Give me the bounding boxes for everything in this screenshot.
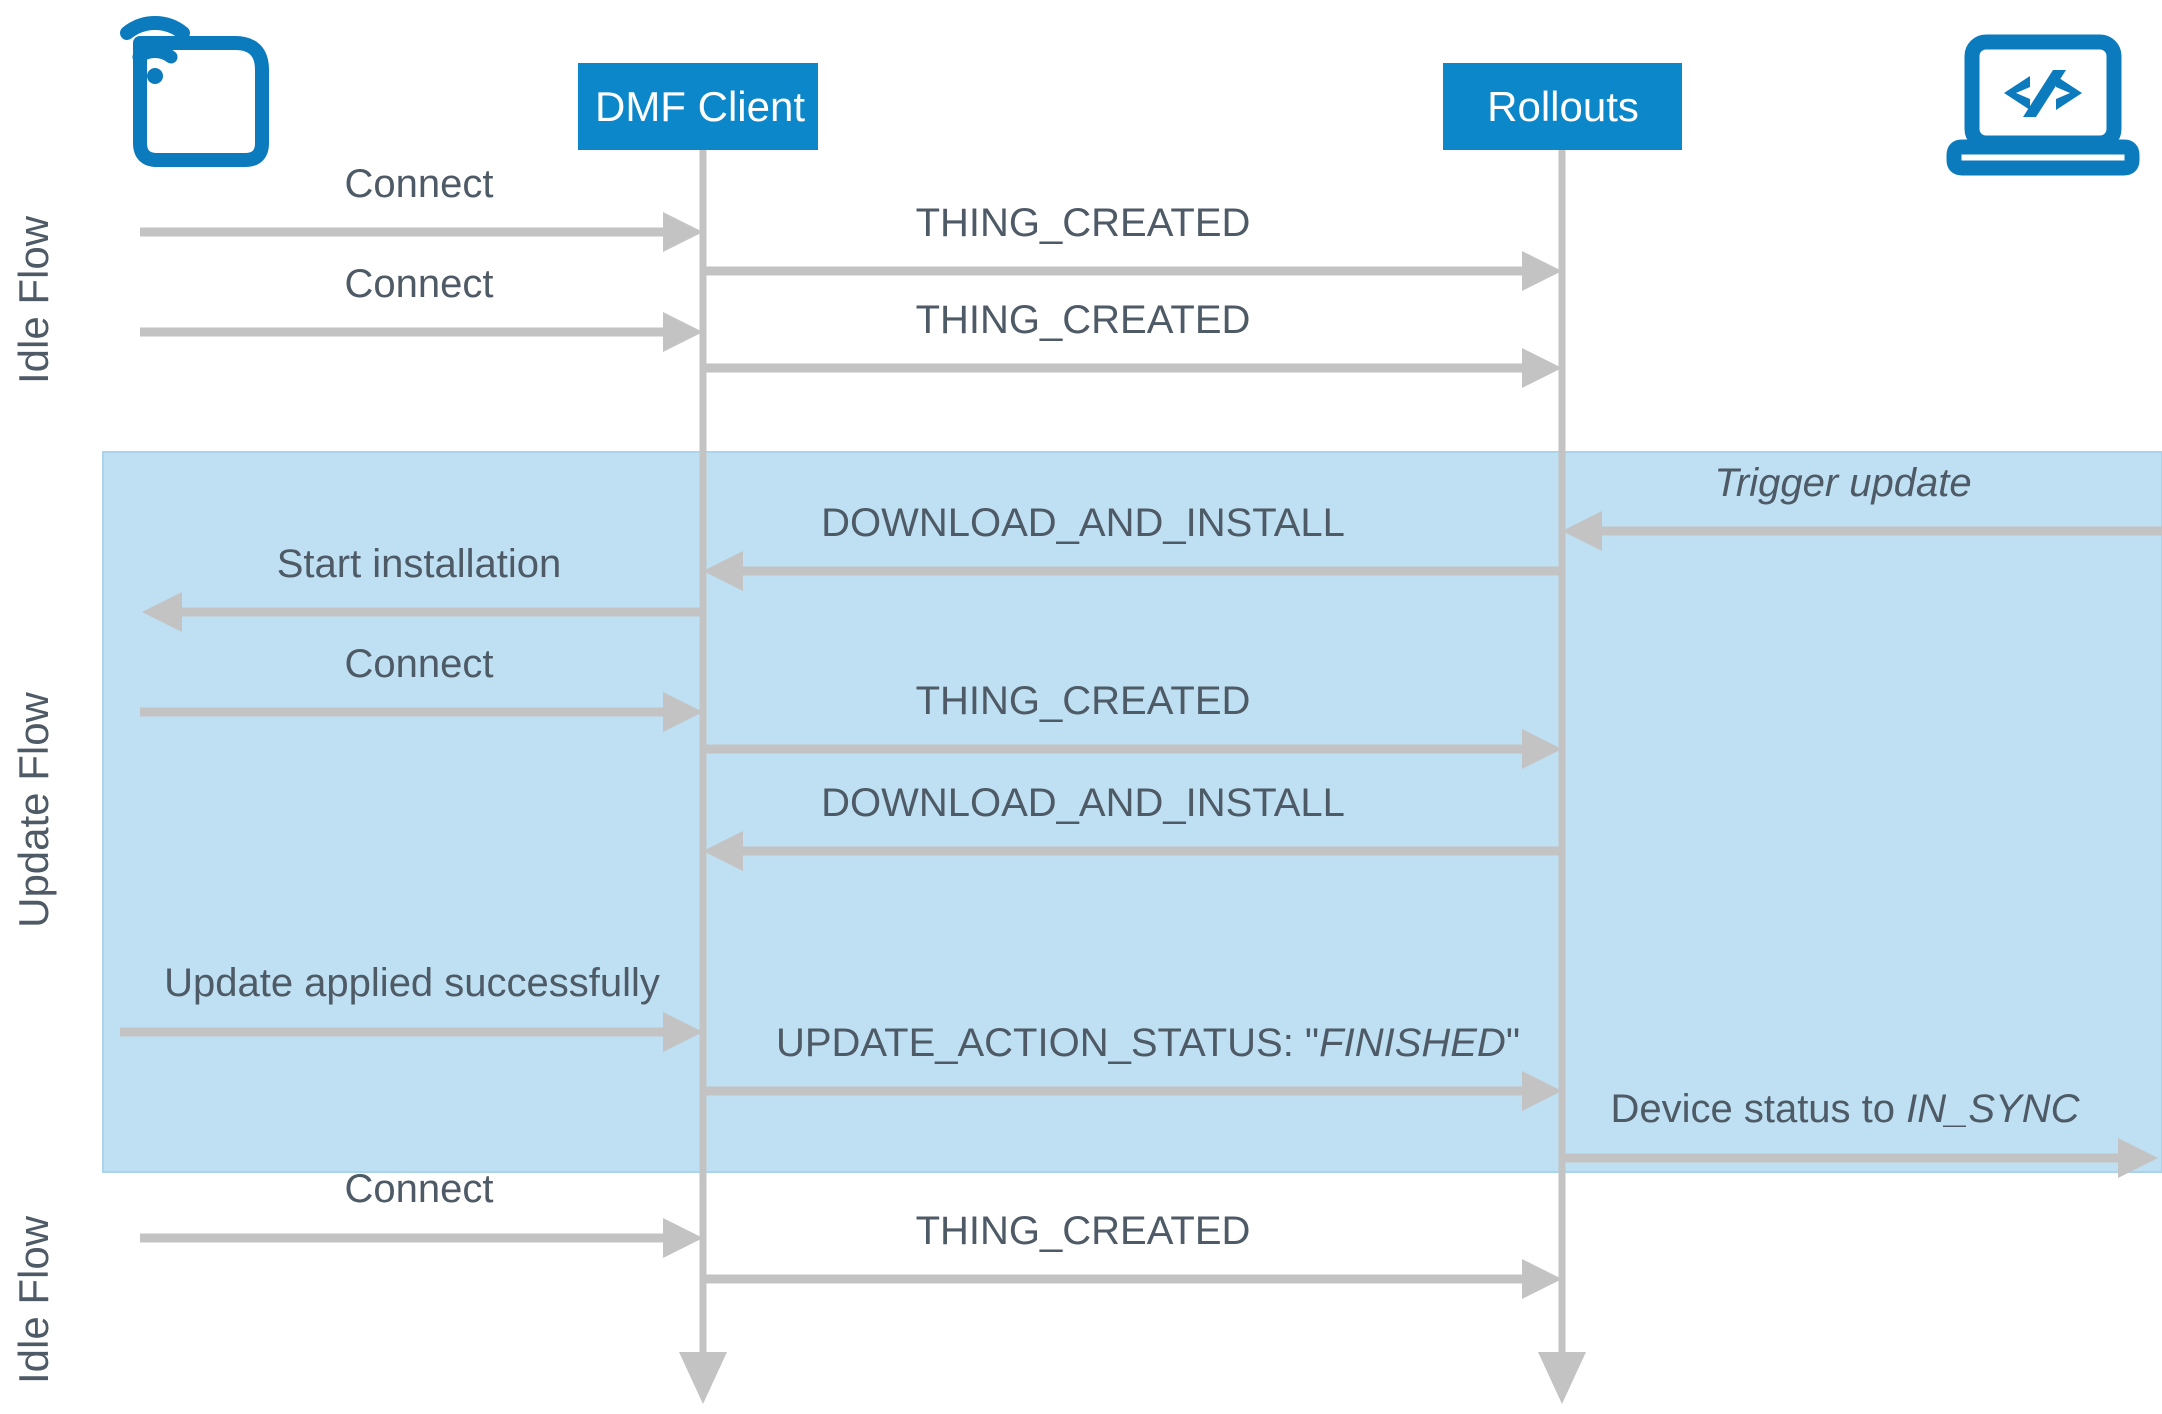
message-thing-created-4: THING_CREATED [703,1209,1562,1299]
arrowhead-right [1522,348,1562,388]
message-label: Connect [345,262,494,306]
message-label: DOWNLOAD_AND_INSTALL [821,501,1345,545]
message-label: DOWNLOAD_AND_INSTALL [821,781,1345,825]
device-status-prefix: Device status to [1610,1087,1906,1131]
sequence-diagram-canvas: Connect THING_CREATED Connect THING_CREA… [0,0,2162,1414]
rollouts-label: Rollouts [1487,83,1639,130]
message-connect-2: Connect [140,262,703,352]
participant-developer [1946,34,2140,176]
participant-device [120,16,269,167]
arrowhead-right [663,212,703,252]
message-connect-1: Connect [140,162,703,252]
lifeline-dmf-client-end-arrow [679,1352,727,1404]
arrowhead-right [1522,251,1562,291]
message-label: THING_CREATED [916,201,1251,245]
update-action-status-suffix: " [1506,1021,1520,1065]
message-label: Connect [345,642,494,686]
dmf-client-label: DMF Client [595,83,805,130]
message-label: Start installation [277,542,562,586]
device-status-value: IN_SYNC [1906,1087,2080,1131]
message-label: THING_CREATED [916,298,1251,342]
message-label: Connect [345,1167,494,1211]
message-label: THING_CREATED [916,1209,1251,1253]
message-label: Connect [345,162,494,206]
laptop-code-icon [1946,34,2140,176]
arrowhead-right [663,312,703,352]
message-label: THING_CREATED [916,679,1251,723]
message-label: Trigger update [1714,461,1971,505]
arrowhead-right [1522,1259,1562,1299]
message-label: Update applied successfully [164,961,660,1005]
flow-label-idle-bottom: Idle Flow [10,1215,57,1384]
device-wifi-icon [120,16,269,167]
message-thing-created-1: THING_CREATED [703,201,1562,291]
message-thing-created-2: THING_CREATED [703,298,1562,388]
lifeline-rollouts-end-arrow [1538,1352,1586,1404]
flow-label-update: Update Flow [10,691,57,927]
update-action-status-value: FINISHED [1319,1021,1506,1065]
message-label: Device status to IN_SYNC [1610,1087,2080,1131]
update-action-status-prefix: UPDATE_ACTION_STATUS: " [776,1021,1319,1065]
arrowhead-right [663,1218,703,1258]
message-connect-4: Connect [140,1167,703,1258]
message-label: UPDATE_ACTION_STATUS: "FINISHED" [776,1021,1520,1065]
flow-label-idle-top: Idle Flow [10,215,57,384]
